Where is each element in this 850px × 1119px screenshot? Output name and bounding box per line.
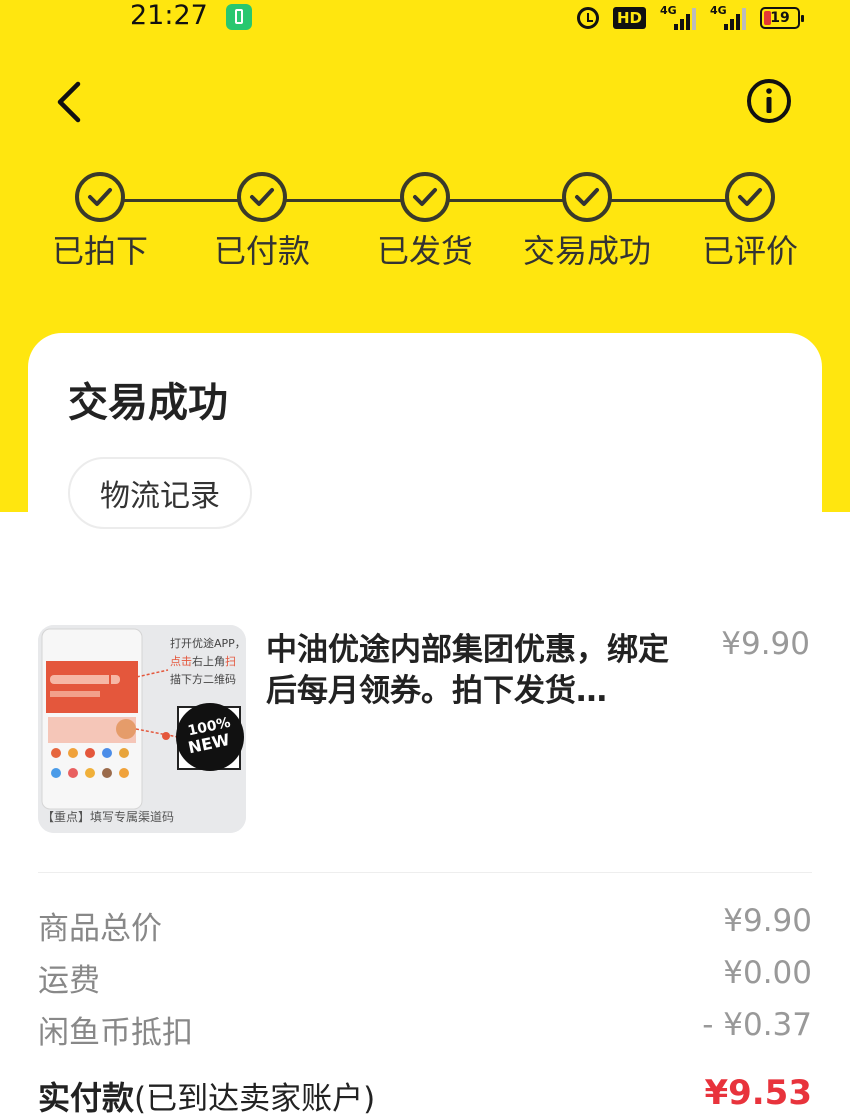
thumb-text-3: 描下方二维码 xyxy=(170,672,236,686)
signal-icon: 4G xyxy=(660,4,696,30)
amount-paid-row: 实付款(已到达卖家账户) ¥9.53 xyxy=(38,1073,812,1117)
progress-step-label: 已付款 xyxy=(213,232,310,270)
divider xyxy=(38,872,812,873)
progress-step-label: 已发货 xyxy=(376,232,473,270)
back-arrow-icon xyxy=(57,81,81,123)
progress-step-completed: 交易成功 xyxy=(502,172,672,270)
thumb-text-2c: 扫 xyxy=(225,655,236,668)
check-icon xyxy=(75,172,125,222)
status-bar: 21:27 HD 4G 4G 19 xyxy=(0,0,850,36)
coin-deduction-value: - ¥0.37 xyxy=(702,1007,812,1043)
info-button[interactable] xyxy=(746,78,792,124)
alarm-icon xyxy=(576,7,599,29)
coin-deduction-label: 闲鱼币抵扣 xyxy=(38,1015,193,1051)
progress-step-shipped: 已发货 xyxy=(340,172,510,270)
product-thumbnail[interactable]: 打开优途APP， 点击 右上角 扫 描下方二维码 100% NEW 【重点】填写… xyxy=(38,625,246,833)
check-icon xyxy=(237,172,287,222)
hd-badge: HD xyxy=(612,7,646,29)
goods-total-row: 商品总价 ¥9.90 xyxy=(38,903,812,947)
thumb-text-1: 打开优途APP， xyxy=(170,636,246,650)
progress-step-label: 已评价 xyxy=(701,232,798,270)
progress-step-reviewed: 已评价 xyxy=(665,172,835,270)
check-icon xyxy=(400,172,450,222)
amount-paid-label-note: (已到达卖家账户) xyxy=(134,1081,376,1117)
progress-step-label: 已拍下 xyxy=(51,232,148,270)
order-status-card: 交易成功 物流记录 xyxy=(28,333,822,568)
thumb-text-2b: 右上角 xyxy=(192,654,225,668)
progress-step-ordered: 已拍下 xyxy=(15,172,185,270)
coin-deduction-row: 闲鱼币抵扣 - ¥0.37 xyxy=(38,1007,812,1051)
status-icons: HD 4G 4G 19 xyxy=(576,4,804,32)
amount-paid-label-main: 实付款 xyxy=(38,1079,135,1117)
logistics-record-button[interactable]: 物流记录 xyxy=(68,457,252,529)
check-icon xyxy=(725,172,775,222)
signal-icon-2: 4G xyxy=(710,4,746,30)
battery-icon: 19 xyxy=(760,7,804,29)
shipping-label: 运费 xyxy=(38,963,100,999)
product-price: ¥9.90 xyxy=(721,626,810,662)
amount-paid-value: ¥9.53 xyxy=(704,1073,812,1113)
goods-total-label: 商品总价 xyxy=(38,911,162,947)
progress-step-label: 交易成功 xyxy=(522,232,651,270)
product-title[interactable]: 中油优途内部集团优惠，绑定后每月领券。拍下发货… xyxy=(266,630,676,712)
thumb-text-2a: 点击 xyxy=(170,655,192,668)
order-status-title: 交易成功 xyxy=(68,380,228,426)
shipping-value: ¥0.00 xyxy=(723,955,812,991)
progress-step-paid: 已付款 xyxy=(177,172,347,270)
product-image: 打开优途APP， 点击 右上角 扫 描下方二维码 100% NEW 【重点】填写… xyxy=(38,625,246,833)
back-button[interactable] xyxy=(50,80,94,124)
shipping-row: 运费 ¥0.00 xyxy=(38,955,812,999)
charging-icon xyxy=(226,4,252,30)
order-progress: 已拍下 已付款 已发货 交易成功 已评价 xyxy=(0,172,850,272)
thumb-caption: 【重点】填写专属渠道码 xyxy=(42,809,174,824)
amount-paid-label: 实付款(已到达卖家账户) xyxy=(38,1073,375,1119)
goods-total-value: ¥9.90 xyxy=(723,903,812,939)
check-icon xyxy=(562,172,612,222)
status-time: 21:27 xyxy=(130,0,208,31)
info-icon xyxy=(747,79,791,123)
